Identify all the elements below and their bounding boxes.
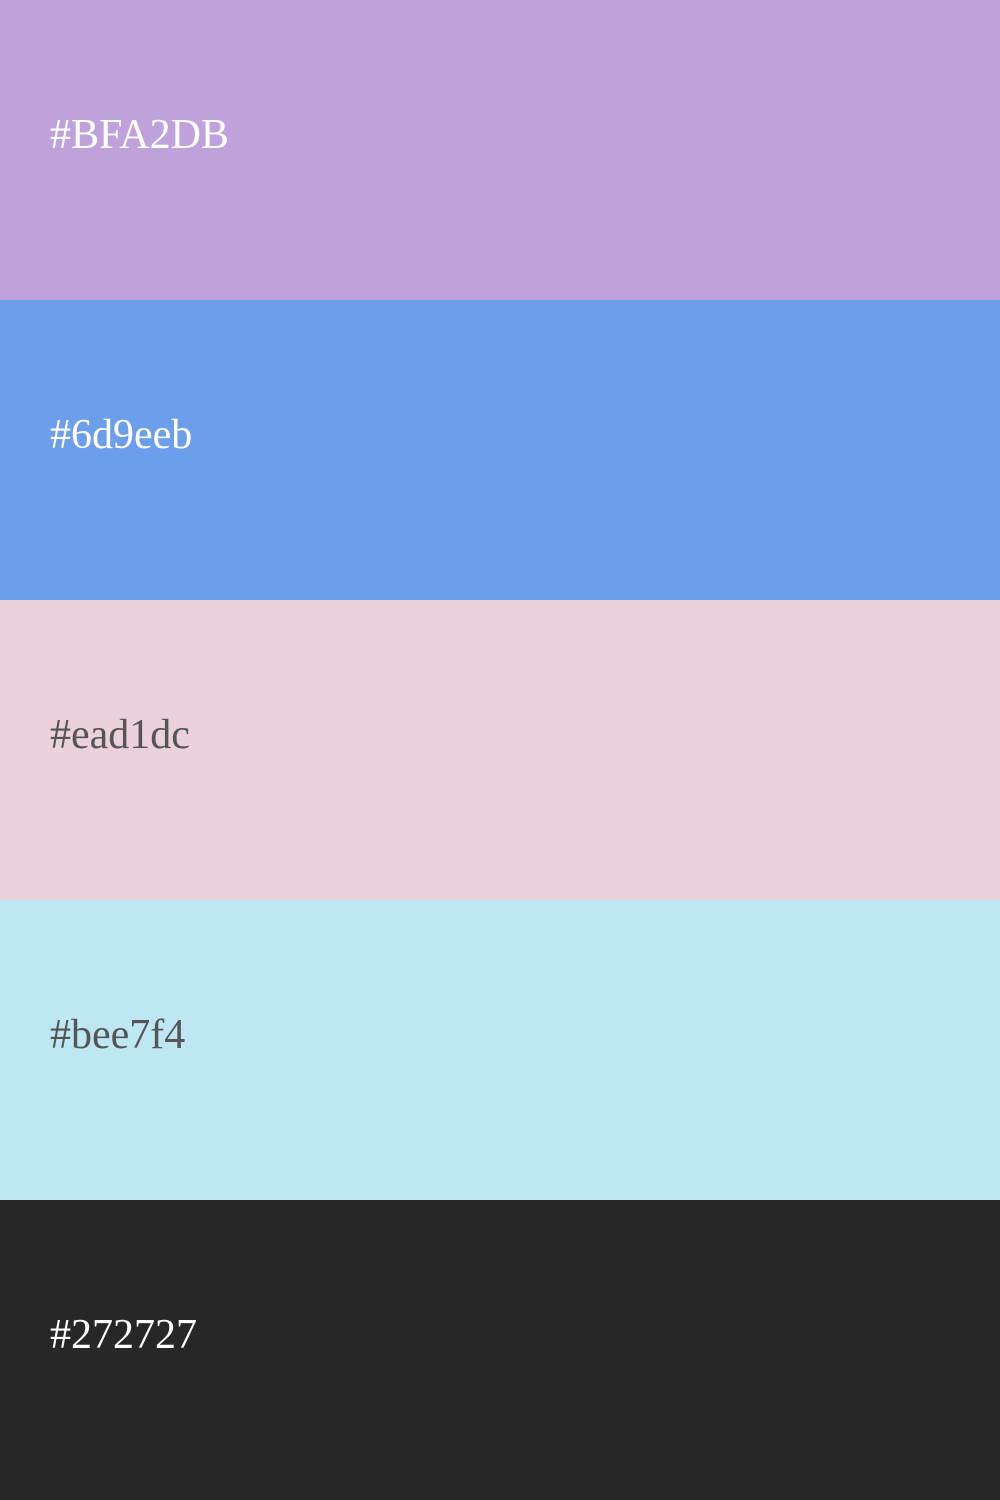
color-palette: #BFA2DB #6d9eeb #ead1dc #bee7f4 #272727 bbox=[0, 0, 1000, 1500]
color-swatch: #bee7f4 bbox=[0, 900, 1000, 1200]
swatch-hex-label: #272727 bbox=[50, 1312, 197, 1358]
swatch-hex-label: #ead1dc bbox=[50, 712, 190, 758]
swatch-hex-label: #bee7f4 bbox=[50, 1012, 186, 1058]
color-swatch: #6d9eeb bbox=[0, 300, 1000, 600]
color-swatch: #ead1dc bbox=[0, 600, 1000, 900]
color-swatch: #272727 bbox=[0, 1200, 1000, 1500]
color-swatch: #BFA2DB bbox=[0, 0, 1000, 300]
swatch-hex-label: #BFA2DB bbox=[50, 112, 229, 158]
swatch-hex-label: #6d9eeb bbox=[50, 412, 193, 458]
